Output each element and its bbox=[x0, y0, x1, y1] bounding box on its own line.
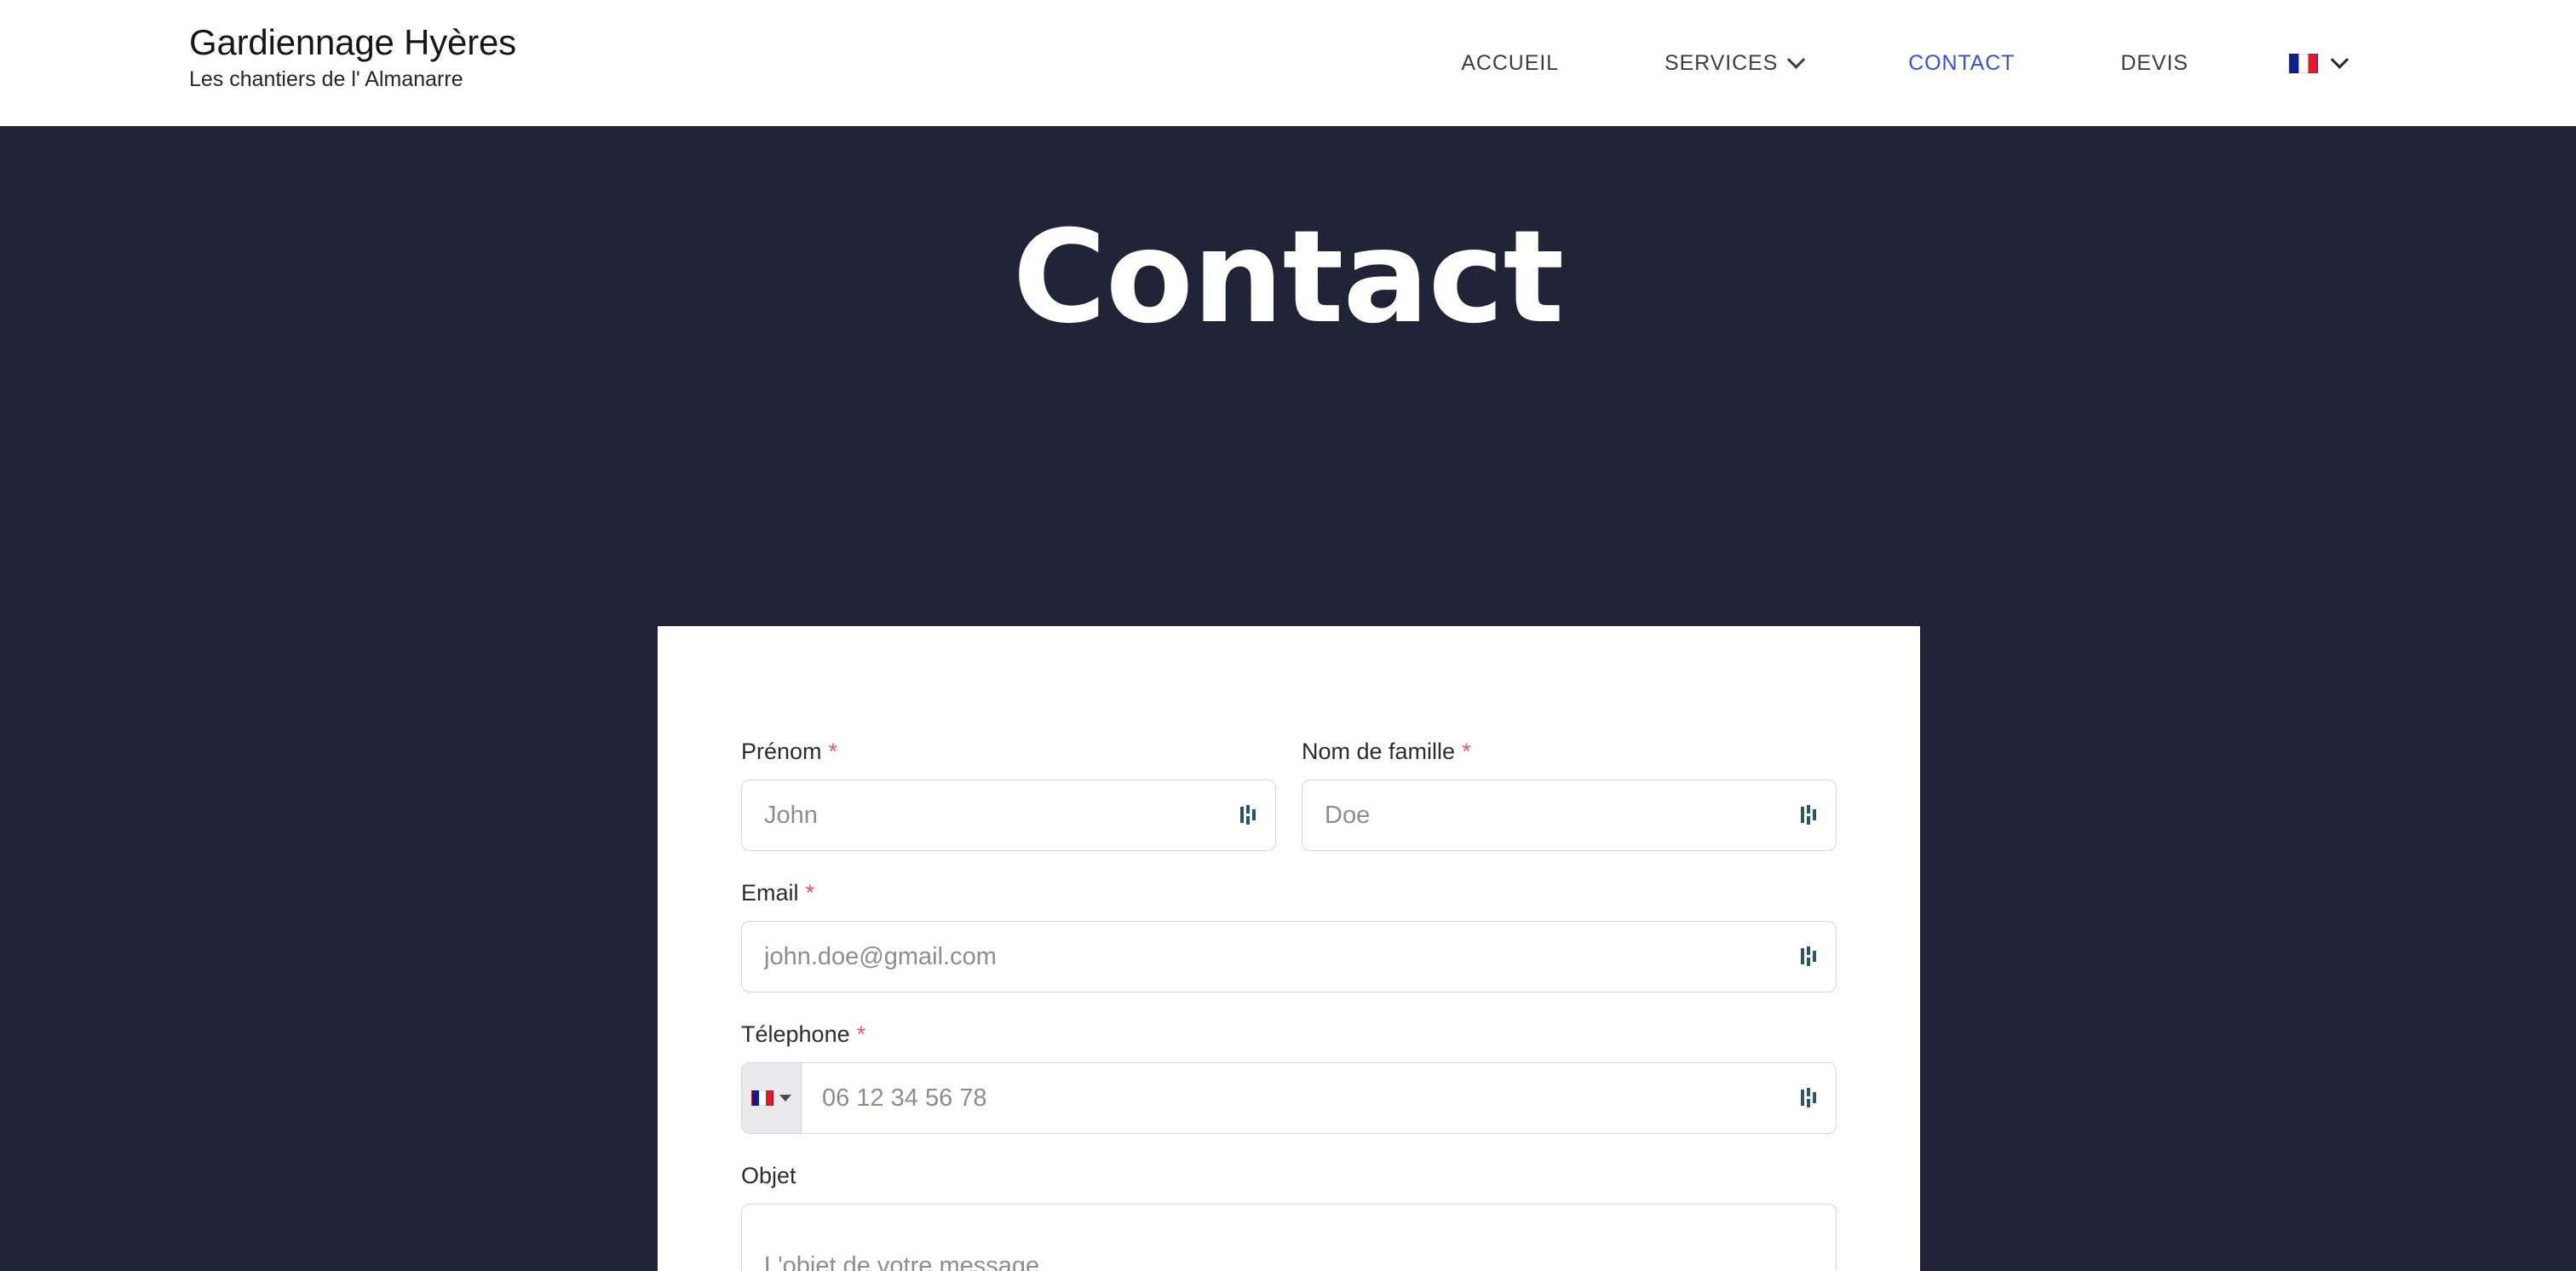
brand-title: Gardiennage Hyères bbox=[189, 22, 516, 62]
field-first-name: Prénom * bbox=[741, 737, 1276, 852]
page-root: Gardiennage Hyères Les chantiers de l' A… bbox=[0, 0, 2576, 1271]
flag-fr-icon bbox=[2289, 53, 2318, 73]
language-switcher[interactable] bbox=[2241, 0, 2380, 126]
required-asterisk: * bbox=[856, 1021, 866, 1048]
required-asterisk: * bbox=[805, 880, 815, 906]
nav-item-contact[interactable]: CONTACT bbox=[1855, 0, 2067, 126]
nav-item-devis[interactable]: DEVIS bbox=[2067, 0, 2241, 126]
subject-input[interactable] bbox=[742, 1205, 1836, 1271]
email-input[interactable] bbox=[742, 922, 1836, 992]
subject-label: Objet bbox=[741, 1161, 1837, 1191]
nav-item-label: DEVIS bbox=[2120, 50, 2188, 75]
field-phone: Télephone * bbox=[741, 1020, 1837, 1135]
field-last-name: Nom de famille * bbox=[1302, 737, 1837, 852]
phone-country-selector[interactable] bbox=[742, 1063, 802, 1134]
brand-subtitle: Les chantiers de l' Almanarre bbox=[189, 67, 463, 92]
phone-label-text: Télephone bbox=[741, 1021, 850, 1048]
nav-item-label: ACCUEIL bbox=[1461, 50, 1559, 75]
last-name-label: Nom de famille * bbox=[1302, 737, 1837, 767]
required-asterisk: * bbox=[828, 739, 838, 764]
chevron-down-icon bbox=[2330, 50, 2349, 69]
caret-down-icon bbox=[779, 1095, 791, 1102]
phone-input[interactable] bbox=[802, 1063, 1836, 1134]
last-name-label-text: Nom de famille bbox=[1302, 739, 1456, 764]
field-email: Email * bbox=[741, 878, 1837, 993]
email-input-wrap[interactable] bbox=[741, 921, 1837, 993]
first-name-label: Prénom * bbox=[741, 737, 1276, 767]
brand-logo[interactable]: Gardiennage Hyères Les chantiers de l' A… bbox=[189, 22, 516, 92]
page-title: Contact bbox=[1012, 204, 1564, 352]
subject-label-text: Objet bbox=[741, 1163, 796, 1189]
nav-item-label: CONTACT bbox=[1908, 50, 2015, 75]
nav-item-label: SERVICES bbox=[1665, 50, 1779, 75]
last-name-input-wrap[interactable] bbox=[1302, 779, 1837, 852]
required-asterisk: * bbox=[1462, 739, 1471, 764]
nav-item-services[interactable]: SERVICES bbox=[1612, 0, 1855, 126]
hero-section: Contact Prénom * John Nom de famille * D… bbox=[0, 126, 2576, 1271]
phone-input-wrap[interactable] bbox=[741, 1062, 1837, 1135]
subject-input-wrap[interactable] bbox=[741, 1204, 1837, 1271]
phone-label: Télephone * bbox=[741, 1020, 1837, 1050]
name-row: Prénom * John Nom de famille * Doe bbox=[741, 737, 1837, 878]
first-name-label-text: Prénom bbox=[741, 739, 822, 764]
last-name-input[interactable] bbox=[1302, 780, 1836, 851]
email-label: Email * bbox=[741, 878, 1837, 908]
first-name-input[interactable] bbox=[742, 780, 1275, 851]
flag-fr-icon bbox=[751, 1090, 773, 1107]
email-label-text: Email bbox=[741, 880, 799, 906]
site-header: Gardiennage Hyères Les chantiers de l' A… bbox=[0, 0, 2576, 126]
contact-form: Prénom * John Nom de famille * Doe Email… bbox=[658, 626, 1920, 1271]
chevron-down-icon bbox=[1787, 50, 1806, 69]
first-name-input-wrap[interactable] bbox=[741, 779, 1276, 852]
main-navigation: ACCUEIL SERVICES CONTACT DEVIS bbox=[1408, 0, 2380, 126]
field-subject: Objet bbox=[741, 1161, 1837, 1271]
nav-item-accueil[interactable]: ACCUEIL bbox=[1408, 0, 1612, 126]
